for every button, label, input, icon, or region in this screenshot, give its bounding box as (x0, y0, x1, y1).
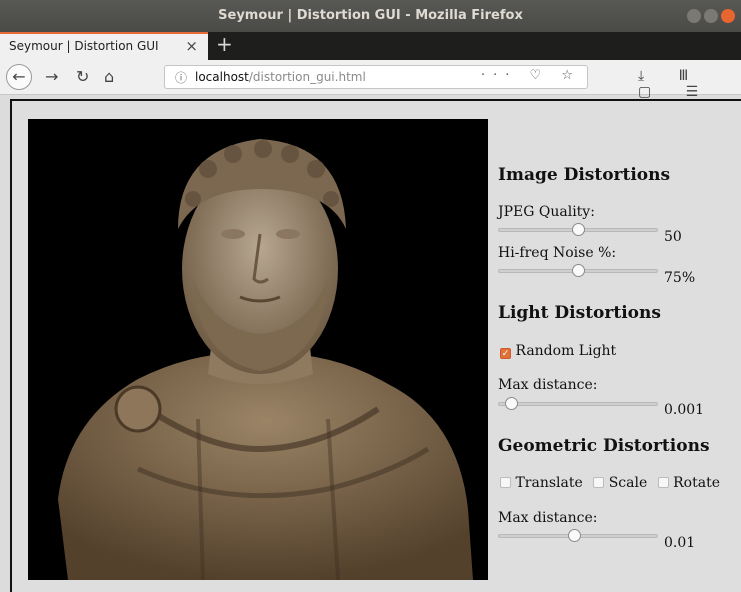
geometric-distortions-heading: Geometric Distortions (498, 436, 710, 456)
tab-strip: Seymour | Distortion GUI × + (0, 32, 741, 60)
back-arrow-icon[interactable]: ← (6, 64, 32, 90)
slider-thumb[interactable] (572, 223, 585, 236)
scale-label: Scale (608, 475, 648, 491)
geometric-options-row: Translate Scale Rotate (500, 475, 726, 491)
navigation-bar: ← → ↻ ⌂ ⓘ localhost/distortion_gui.html … (0, 60, 741, 100)
toolbar-icons[interactable]: ⤓ Ⅲ ▢ ☰ (638, 68, 741, 100)
forward-arrow-icon[interactable]: → (45, 67, 58, 86)
random-light-row: ✓ Random Light (500, 343, 616, 359)
image-canvas (28, 119, 488, 580)
page-actions-icons[interactable]: ··· ♡ ☆ (481, 68, 581, 83)
new-tab-icon[interactable]: + (216, 32, 233, 56)
scale-option[interactable]: Scale (593, 475, 647, 491)
slider-thumb[interactable] (505, 397, 518, 410)
close-window-button[interactable] (721, 9, 735, 23)
url-bar[interactable]: ⓘ localhost/distortion_gui.html ··· ♡ ☆ (164, 65, 588, 89)
light-max-distance-value: 0.001 (664, 402, 705, 418)
slider-thumb[interactable] (572, 264, 585, 277)
geometric-max-distance-value: 0.01 (664, 535, 696, 551)
light-max-distance-label: Max distance: (498, 377, 598, 393)
tab-close-icon[interactable]: × (185, 37, 198, 55)
random-light-label: Random Light (515, 343, 617, 359)
jpeg-quality-slider[interactable] (498, 223, 658, 236)
rotate-checkbox[interactable] (657, 477, 669, 488)
noise-slider[interactable] (498, 264, 658, 277)
jpeg-quality-label: JPEG Quality: (498, 204, 595, 220)
window-titlebar: Seymour | Distortion GUI - Mozilla Firef… (0, 0, 741, 32)
statue-bust-image (58, 139, 473, 580)
light-max-distance-slider[interactable] (498, 397, 658, 410)
rotate-label: Rotate (673, 475, 720, 491)
tab-distortion-gui[interactable]: Seymour | Distortion GUI × (0, 32, 208, 60)
geometric-max-distance-label: Max distance: (498, 510, 598, 526)
translate-option[interactable]: Translate (500, 475, 583, 491)
url-path: /distortion_gui.html (248, 70, 366, 84)
minimize-button[interactable] (687, 9, 701, 23)
translate-checkbox[interactable] (500, 477, 511, 488)
jpeg-quality-value: 50 (664, 229, 682, 245)
home-icon[interactable]: ⌂ (104, 67, 114, 86)
image-distortions-heading: Image Distortions (498, 165, 671, 185)
reload-icon[interactable]: ↻ (76, 67, 89, 86)
rotate-option[interactable]: Rotate (657, 475, 720, 491)
noise-value: 75% (664, 270, 696, 286)
window-title: Seymour | Distortion GUI - Mozilla Firef… (218, 8, 523, 23)
page-content: Image Distortions JPEG Quality: 50 Hi-fr… (10, 99, 741, 592)
window-controls (687, 9, 735, 23)
noise-label: Hi-freq Noise %: (498, 245, 617, 261)
scale-checkbox[interactable] (593, 477, 605, 488)
random-light-checkbox[interactable]: ✓ (500, 348, 511, 359)
translate-label: Translate (515, 475, 583, 491)
light-distortions-heading: Light Distortions (498, 303, 661, 323)
maximize-button[interactable] (704, 9, 718, 23)
info-icon[interactable]: ⓘ (175, 69, 187, 86)
url-text[interactable]: localhost/distortion_gui.html (195, 70, 366, 84)
geometric-max-distance-slider[interactable] (498, 529, 658, 542)
tab-label: Seymour | Distortion GUI (9, 39, 159, 53)
slider-thumb[interactable] (568, 529, 581, 542)
url-host: localhost (195, 70, 249, 84)
slider-track (498, 402, 658, 406)
